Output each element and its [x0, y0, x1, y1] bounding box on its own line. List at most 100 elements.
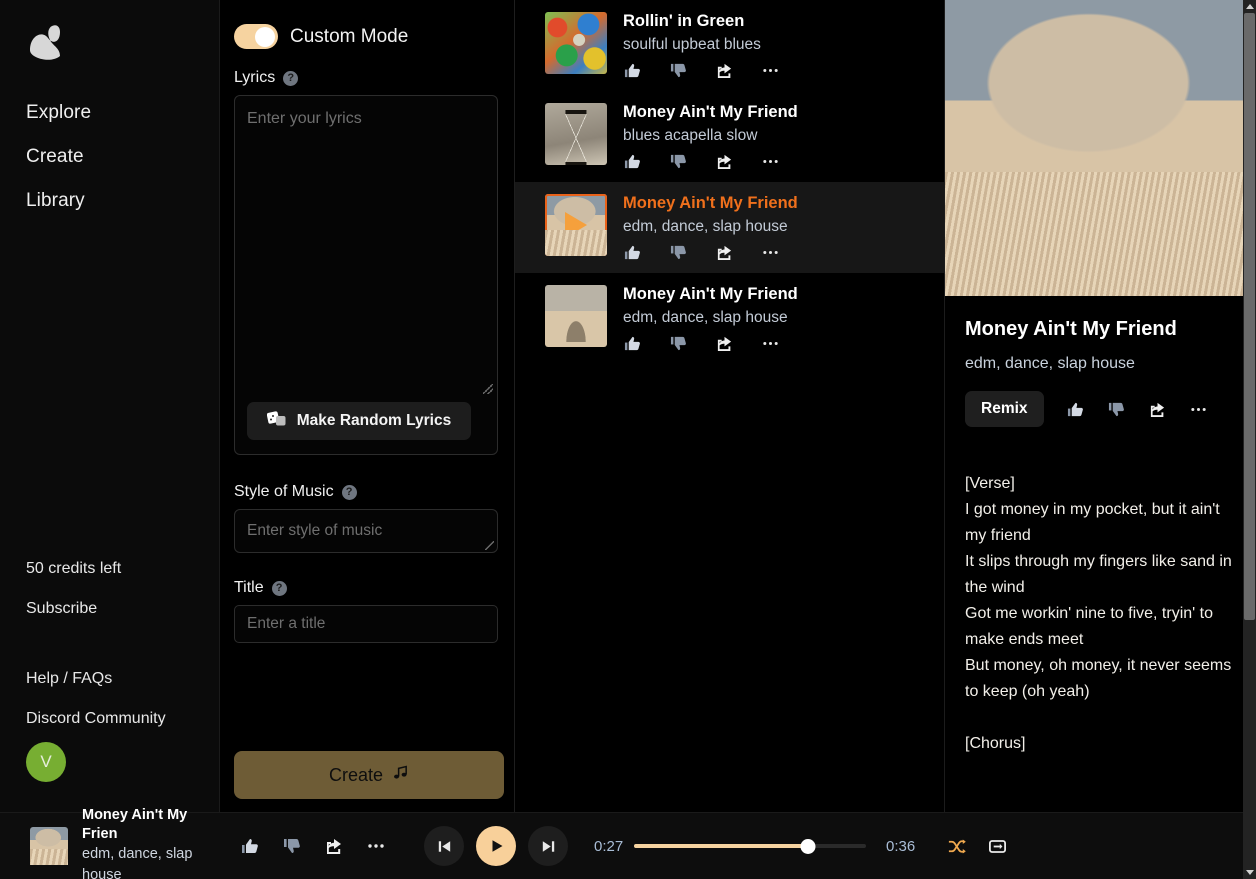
song-tags: edm, dance, slap house	[623, 309, 788, 326]
thumbs-up-icon[interactable]	[1066, 401, 1085, 418]
resize-handle-icon[interactable]	[483, 384, 493, 394]
player-actions	[240, 837, 386, 855]
detail-actions: Remix	[965, 391, 1236, 427]
more-options-icon[interactable]	[366, 837, 386, 855]
share-icon[interactable]	[324, 837, 344, 855]
thumbs-up-icon[interactable]	[623, 335, 642, 352]
main-columns: Explore Create Library 50 credits left S…	[0, 0, 1256, 812]
song-tags: blues acapella slow	[623, 127, 758, 144]
song-detail-panel: Money Ain't My Friend edm, dance, slap h…	[945, 0, 1256, 812]
music-note-icon	[392, 764, 409, 786]
help-icon[interactable]: ?	[283, 70, 299, 86]
more-options-icon[interactable]	[1189, 401, 1208, 418]
song-thumbnail[interactable]	[545, 285, 607, 347]
remix-button[interactable]: Remix	[965, 391, 1044, 427]
previous-track-button[interactable]	[424, 826, 464, 866]
song-actions	[623, 153, 926, 170]
song-thumbnail[interactable]	[545, 194, 607, 256]
scroll-down-arrow-icon[interactable]	[1243, 866, 1256, 879]
share-icon[interactable]	[715, 244, 734, 261]
style-of-music-input[interactable]: Enter style of music	[234, 509, 498, 553]
shuffle-icon[interactable]	[946, 837, 967, 856]
repeat-icon[interactable]	[987, 837, 1008, 856]
song-title: Money Ain't My Friend	[623, 194, 798, 212]
song-list: Rollin' in Green soulful upbeat blues Mo…	[515, 0, 945, 812]
title-placeholder: Enter a title	[247, 615, 326, 632]
sidebar-item-label: Create	[26, 146, 84, 167]
sidebar-item-create[interactable]: Create	[26, 146, 84, 168]
toggle-knob	[255, 26, 275, 47]
song-thumbnail[interactable]	[545, 103, 607, 165]
song-list-item[interactable]: Rollin' in Green soulful upbeat blues	[515, 0, 944, 91]
song-meta: Money Ain't My Friend edm, dance, slap h…	[623, 285, 926, 352]
player-bar: Money Ain't My Frien edm, dance, slap ho…	[0, 807, 1243, 879]
thumbs-down-icon[interactable]	[669, 335, 688, 352]
create-button[interactable]: Create	[234, 751, 504, 799]
song-actions	[623, 62, 926, 79]
song-list-item[interactable]: Money Ain't My Friend blues acapella slo…	[515, 91, 944, 182]
share-icon[interactable]	[715, 335, 734, 352]
song-title: Rollin' in Green	[623, 12, 745, 30]
lyrics-label-row: Lyrics ?	[234, 69, 498, 87]
style-of-music-label: Style of Music	[234, 483, 334, 500]
scroll-up-arrow-icon[interactable]	[1243, 0, 1256, 13]
thumbs-down-icon[interactable]	[669, 153, 688, 170]
lyrics-textarea[interactable]: Enter your lyrics Make Random Lyrics	[234, 95, 498, 455]
sidebar-item-library[interactable]: Library	[26, 190, 85, 212]
thumbs-down-icon[interactable]	[282, 837, 302, 855]
song-title: Money Ain't My Friend	[623, 103, 798, 121]
subscribe-link[interactable]: Subscribe	[26, 600, 97, 618]
sidebar-item-label: Library	[26, 190, 85, 211]
create-button-label: Create	[328, 764, 384, 785]
thumbs-up-icon[interactable]	[623, 62, 642, 79]
play-pause-button[interactable]	[476, 826, 516, 866]
thumbs-down-icon[interactable]	[669, 62, 688, 79]
share-icon[interactable]	[715, 62, 734, 79]
song-tags: edm, dance, slap house	[623, 218, 788, 235]
share-icon[interactable]	[1148, 401, 1167, 418]
next-track-button[interactable]	[528, 826, 568, 866]
more-options-icon[interactable]	[761, 335, 780, 352]
song-title: Money Ain't My Friend	[623, 285, 798, 303]
avatar[interactable]: V	[26, 742, 66, 782]
thumbs-up-icon[interactable]	[623, 244, 642, 261]
more-options-icon[interactable]	[761, 244, 780, 261]
app-root: Explore Create Library 50 credits left S…	[0, 0, 1256, 879]
thumbs-down-icon[interactable]	[669, 244, 688, 261]
title-input[interactable]: Enter a title	[234, 605, 498, 643]
play-icon[interactable]	[565, 212, 587, 238]
thumbs-up-icon[interactable]	[623, 153, 642, 170]
progress-bar[interactable]	[634, 838, 866, 854]
custom-mode-row: Custom Mode	[234, 24, 498, 49]
song-list-item-active[interactable]: Money Ain't My Friend edm, dance, slap h…	[515, 182, 944, 273]
total-time: 0:36	[886, 837, 916, 855]
wave-logo[interactable]	[26, 22, 68, 62]
share-icon[interactable]	[715, 153, 734, 170]
more-options-icon[interactable]	[761, 153, 780, 170]
lyrics-label: Lyrics	[234, 69, 276, 86]
resize-handle-icon[interactable]	[485, 541, 494, 550]
scrollbar-thumb[interactable]	[1244, 13, 1255, 620]
thumbs-down-icon[interactable]	[1107, 401, 1126, 418]
thumbs-up-icon[interactable]	[240, 837, 260, 855]
make-random-lyrics-button[interactable]: Make Random Lyrics	[247, 402, 471, 440]
avatar-initial: V	[40, 752, 52, 771]
help-icon[interactable]: ?	[341, 484, 357, 500]
song-meta: Rollin' in Green soulful upbeat blues	[623, 12, 926, 79]
browser-scrollbar[interactable]	[1243, 0, 1256, 879]
progress-knob[interactable]	[800, 838, 816, 854]
sidebar-item-explore[interactable]: Explore	[26, 102, 91, 124]
song-thumbnail[interactable]	[545, 12, 607, 74]
more-options-icon[interactable]	[761, 62, 780, 79]
transport-controls	[424, 826, 568, 866]
title-label-row: Title ?	[234, 579, 498, 597]
song-list-item[interactable]: Money Ain't My Friend edm, dance, slap h…	[515, 273, 944, 364]
custom-mode-toggle[interactable]	[234, 24, 278, 49]
song-tags: soulful upbeat blues	[623, 36, 761, 53]
discord-community-link[interactable]: Discord Community	[26, 710, 166, 728]
lyrics-placeholder: Enter your lyrics	[247, 110, 362, 127]
help-faqs-link[interactable]: Help / FAQs	[26, 670, 112, 688]
help-icon[interactable]: ?	[271, 580, 287, 596]
detail-body: Money Ain't My Friend edm, dance, slap h…	[945, 296, 1256, 757]
player-thumbnail[interactable]	[30, 827, 68, 865]
